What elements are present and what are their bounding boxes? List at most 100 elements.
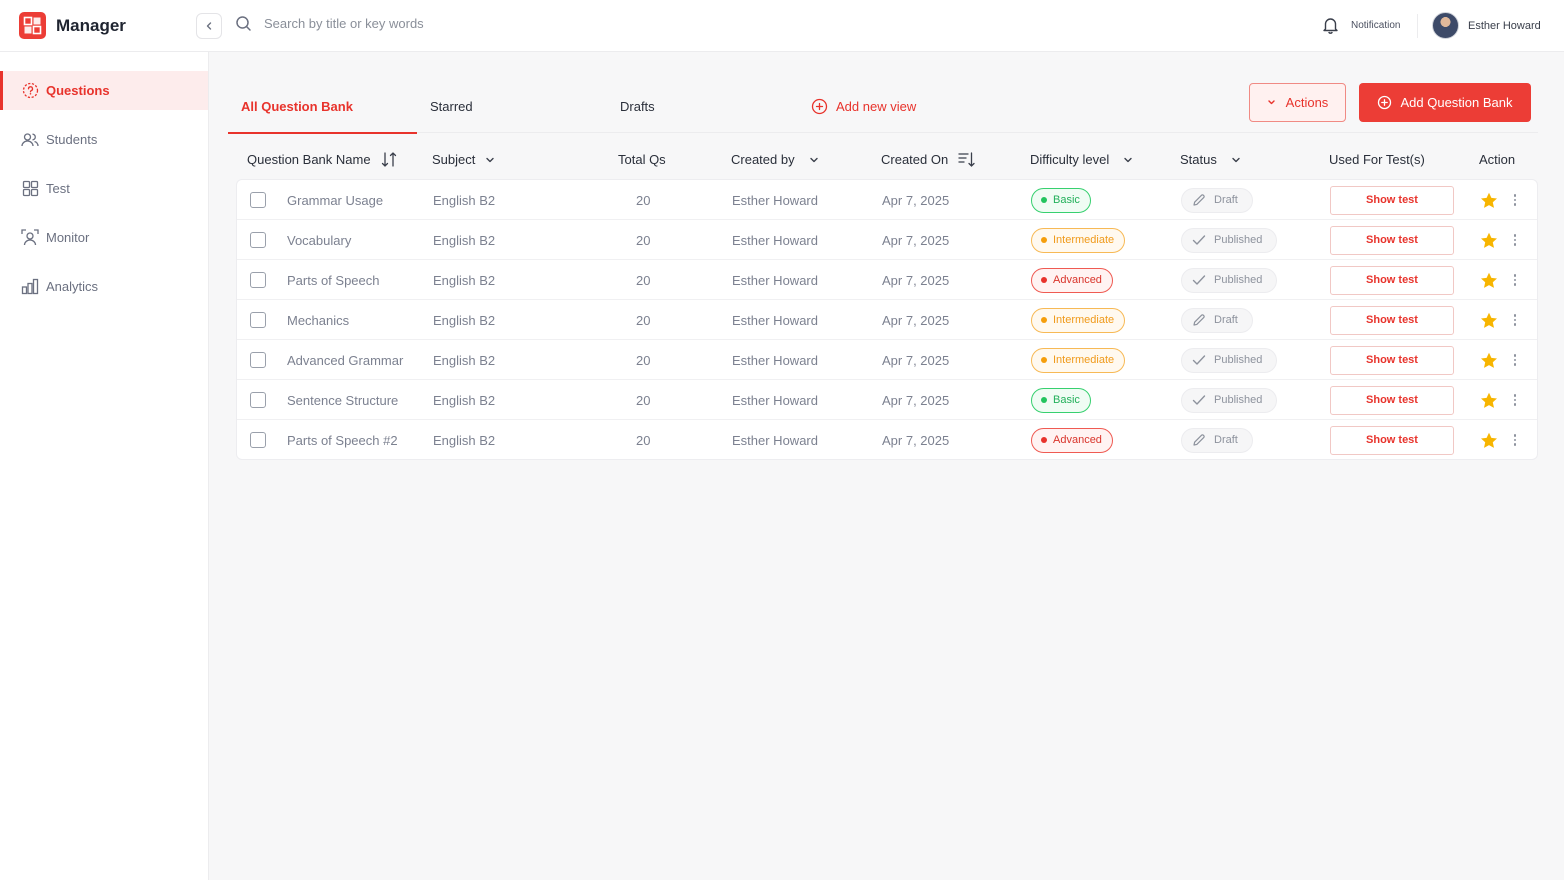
show-test-button[interactable]: Show test xyxy=(1330,305,1454,335)
star-icon xyxy=(1481,392,1497,408)
star-toggle[interactable] xyxy=(1480,352,1498,369)
star-toggle[interactable] xyxy=(1480,272,1498,289)
star-icon xyxy=(1481,272,1497,288)
table-row[interactable]: Parts of Speech #2 English B2 20 Esther How… xyxy=(237,420,1537,460)
total-qs: 20 xyxy=(636,392,651,408)
sort-descending-icon xyxy=(958,152,975,167)
chevron-down-icon xyxy=(809,155,819,165)
app-name: Manager xyxy=(56,15,126,35)
collapse-sidebar-button[interactable] xyxy=(196,13,222,39)
sidebar-item-students[interactable]: Students xyxy=(0,120,208,159)
star-icon xyxy=(1481,192,1497,208)
table-row[interactable]: Vocabulary English B2 20 Esther Howard Apr 7… xyxy=(237,220,1537,260)
show-test-button[interactable]: Show test xyxy=(1330,265,1454,295)
row-checkbox[interactable] xyxy=(250,272,266,288)
actions-button[interactable]: Actions xyxy=(1249,83,1346,122)
column-label: Status xyxy=(1180,152,1217,167)
pencil-icon xyxy=(1193,314,1205,326)
more-options-icon[interactable] xyxy=(1510,392,1520,408)
more-options-icon[interactable] xyxy=(1510,232,1520,248)
tab-label: Drafts xyxy=(620,99,655,114)
add-question-bank-button[interactable]: Add Question Bank xyxy=(1359,83,1531,122)
more-options-icon[interactable] xyxy=(1510,432,1520,448)
created-on: Apr 7, 2025 xyxy=(882,272,950,288)
status-badge: Draft xyxy=(1181,307,1253,333)
column-header-name[interactable]: Question Bank Name xyxy=(247,140,397,179)
status-label: Published xyxy=(1214,394,1263,406)
row-checkbox[interactable] xyxy=(250,192,266,208)
created-on: Apr 7, 2025 xyxy=(882,312,950,328)
row-checkbox[interactable] xyxy=(250,392,266,408)
column-label: Subject xyxy=(432,152,476,167)
row-checkbox[interactable] xyxy=(250,432,266,448)
table-row[interactable]: Sentence Structure English B2 20 Esther How… xyxy=(237,380,1537,420)
question-bank-name[interactable]: Parts of Speech #2 xyxy=(287,420,398,460)
table-row[interactable]: Mechanics English B2 20 Esther Howard Apr 7,… xyxy=(237,300,1537,340)
column-header-status[interactable]: Status xyxy=(1180,140,1241,179)
tab-drafts[interactable]: Drafts xyxy=(620,80,655,133)
status-label: Draft xyxy=(1214,194,1238,206)
question-bank-name[interactable]: Parts of Speech xyxy=(287,260,380,300)
row-checkbox[interactable] xyxy=(250,232,266,248)
star-toggle[interactable] xyxy=(1480,192,1498,209)
show-test-button[interactable]: Show test xyxy=(1330,385,1454,415)
sidebar-item-analytics[interactable]: Analytics xyxy=(0,267,208,306)
user-menu[interactable]: Esther Howard xyxy=(1432,12,1541,39)
sidebar-item-label: Monitor xyxy=(46,230,90,245)
question-bank-name[interactable]: Mechanics xyxy=(287,300,349,340)
table-row[interactable]: Grammar Usage English B2 20 Esther Howard Ap… xyxy=(237,180,1537,220)
show-test-button[interactable]: Show test xyxy=(1330,185,1454,215)
difficulty-badge: Intermediate xyxy=(1031,227,1126,253)
sidebar-item-monitor[interactable]: Monitor xyxy=(0,218,208,257)
status-label: Published xyxy=(1214,274,1263,286)
difficulty-label: Basic xyxy=(1053,194,1080,206)
add-new-view-button[interactable]: Add new view xyxy=(811,80,916,133)
total-qs: 20 xyxy=(636,192,651,208)
created-by: Esther Howard xyxy=(732,232,818,248)
chevron-down-icon xyxy=(1231,155,1241,165)
brand[interactable]: Manager xyxy=(19,12,126,39)
created-on: Apr 7, 2025 xyxy=(882,392,950,408)
star-toggle[interactable] xyxy=(1480,392,1498,409)
status-label: Published xyxy=(1214,234,1263,246)
created-by: Esther Howard xyxy=(732,352,818,368)
column-header-difficulty[interactable]: Difficulty level xyxy=(1030,140,1133,179)
notification-button[interactable]: Notification xyxy=(1322,16,1400,34)
question-bank-name[interactable]: Grammar Usage xyxy=(287,180,383,220)
more-options-icon[interactable] xyxy=(1510,192,1520,208)
sort-az-icon xyxy=(381,152,397,167)
sidebar-item-test[interactable]: Test xyxy=(0,169,208,208)
show-test-button[interactable]: Show test xyxy=(1330,345,1454,375)
sidebar-item-label: Questions xyxy=(46,83,110,98)
more-options-icon[interactable] xyxy=(1510,312,1520,328)
chevron-down-icon xyxy=(485,155,495,165)
show-test-button[interactable]: Show test xyxy=(1330,225,1454,255)
question-bank-name[interactable]: Advanced Grammar xyxy=(287,340,403,380)
star-toggle[interactable] xyxy=(1480,432,1498,449)
star-toggle[interactable] xyxy=(1480,312,1498,329)
status-badge: Draft xyxy=(1181,187,1253,213)
status-badge: Published xyxy=(1181,227,1278,253)
row-checkbox[interactable] xyxy=(250,312,266,328)
star-toggle[interactable] xyxy=(1480,232,1498,249)
more-options-icon[interactable] xyxy=(1510,272,1520,288)
tab-all-question-bank[interactable]: All Question Bank xyxy=(228,80,417,134)
created-on: Apr 7, 2025 xyxy=(882,352,950,368)
column-header-subject[interactable]: Subject xyxy=(432,140,495,179)
more-options-icon[interactable] xyxy=(1510,352,1520,368)
row-checkbox[interactable] xyxy=(250,352,266,368)
question-bank-name[interactable]: Sentence Structure xyxy=(287,380,398,420)
column-label: Created On xyxy=(881,152,949,167)
question-bank-name[interactable]: Vocabulary xyxy=(287,220,351,260)
tab-label: Starred xyxy=(430,99,473,114)
column-header-created-by[interactable]: Created by xyxy=(731,140,819,179)
sidebar-item-questions[interactable]: Questions xyxy=(0,71,208,110)
column-header-created-on[interactable]: Created On xyxy=(881,140,975,179)
total-qs: 20 xyxy=(636,432,651,448)
show-test-button[interactable]: Show test xyxy=(1330,425,1454,455)
analytics-icon xyxy=(21,278,39,296)
tab-starred[interactable]: Starred xyxy=(430,80,473,133)
table-row[interactable]: Advanced Grammar English B2 20 Esther Howar… xyxy=(237,340,1537,380)
search-input[interactable] xyxy=(264,16,664,31)
table-row[interactable]: Parts of Speech English B2 20 Esther Howard… xyxy=(237,260,1537,300)
